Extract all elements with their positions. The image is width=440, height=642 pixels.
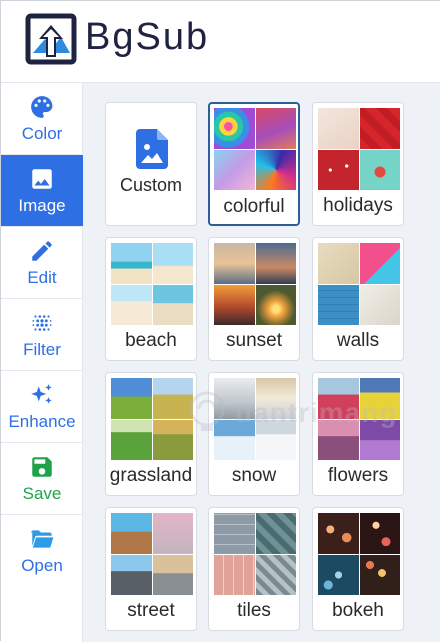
- image-icon: [32, 168, 52, 189]
- pencil-icon: [32, 240, 52, 261]
- card-label: walls: [336, 330, 380, 351]
- background-gallery: Custom colorful holidays beach sunset wa…: [83, 83, 440, 642]
- card-label: beach: [125, 330, 177, 351]
- sidebar-item-label: Save: [22, 483, 62, 503]
- card-label: grassland: [109, 465, 193, 486]
- thumbnail-collage: [214, 378, 296, 460]
- sidebar-item-label: Open: [21, 556, 63, 575]
- category-card-street[interactable]: street: [105, 507, 197, 631]
- sidebar-item-enhance[interactable]: Enhance: [1, 371, 83, 443]
- card-label: street: [127, 600, 175, 621]
- app-window: BgSub Color Image Edit Filter Enhance Sa…: [0, 0, 440, 642]
- card-label: colorful: [223, 196, 285, 217]
- card-label: flowers: [327, 465, 389, 486]
- sidebar-item-label: Enhance: [8, 411, 76, 431]
- card-label: bokeh: [332, 600, 384, 621]
- image-file-icon: [136, 129, 168, 169]
- thumbnail-collage: [318, 378, 400, 460]
- sidebar-item-image[interactable]: Image: [1, 155, 83, 227]
- brand-name: BgSub: [85, 16, 210, 58]
- card-label: Custom: [119, 175, 182, 195]
- logo-icon: [25, 13, 77, 65]
- thumbnail-collage: [214, 243, 296, 325]
- sidebar-item-label: Image: [18, 195, 66, 215]
- floppy-disk-icon: [32, 456, 52, 477]
- sidebar-item-label: Edit: [27, 267, 57, 287]
- thumbnail-collage: [111, 513, 193, 595]
- thumbnail-collage: [318, 243, 400, 325]
- category-card-holidays[interactable]: holidays: [312, 102, 404, 226]
- palette-icon: [31, 95, 53, 118]
- thumbnail-collage: [214, 108, 296, 190]
- thumbnail-collage: [214, 513, 296, 595]
- card-label: holidays: [323, 195, 393, 216]
- folder-open-icon: [31, 530, 54, 548]
- category-card-bokeh[interactable]: bokeh: [312, 507, 404, 631]
- sidebar-item-label: Color: [21, 123, 63, 143]
- custom-image-card[interactable]: Custom: [105, 102, 197, 226]
- header: BgSub: [1, 1, 440, 83]
- sidebar-item-save[interactable]: Save: [1, 443, 83, 515]
- sidebar-item-label: Filter: [23, 339, 61, 359]
- thumbnail-collage: [111, 378, 193, 460]
- thumbnail-collage: [318, 108, 400, 190]
- category-card-tiles[interactable]: tiles: [208, 507, 300, 631]
- thumbnail-collage: [318, 513, 400, 595]
- sparkles-icon: [31, 383, 52, 404]
- category-card-walls[interactable]: walls: [312, 237, 404, 361]
- category-card-sunset[interactable]: sunset: [208, 237, 300, 361]
- dots-grid-icon: [32, 314, 52, 331]
- sidebar-item-edit[interactable]: Edit: [1, 227, 83, 299]
- category-card-snow[interactable]: snow: [208, 372, 300, 496]
- category-card-flowers[interactable]: flowers: [312, 372, 404, 496]
- sidebar-item-open[interactable]: Open: [1, 515, 83, 587]
- card-label: sunset: [226, 330, 282, 351]
- category-card-beach[interactable]: beach: [105, 237, 197, 361]
- category-card-grassland[interactable]: grassland: [105, 372, 197, 496]
- sidebar: Color Image Edit Filter Enhance Save Ope…: [1, 83, 83, 642]
- category-card-colorful[interactable]: colorful: [208, 102, 300, 226]
- thumbnail-collage: [111, 243, 193, 325]
- card-label: snow: [231, 465, 277, 486]
- sidebar-item-color[interactable]: Color: [1, 83, 83, 155]
- sidebar-item-filter[interactable]: Filter: [1, 299, 83, 371]
- card-label: tiles: [237, 600, 271, 621]
